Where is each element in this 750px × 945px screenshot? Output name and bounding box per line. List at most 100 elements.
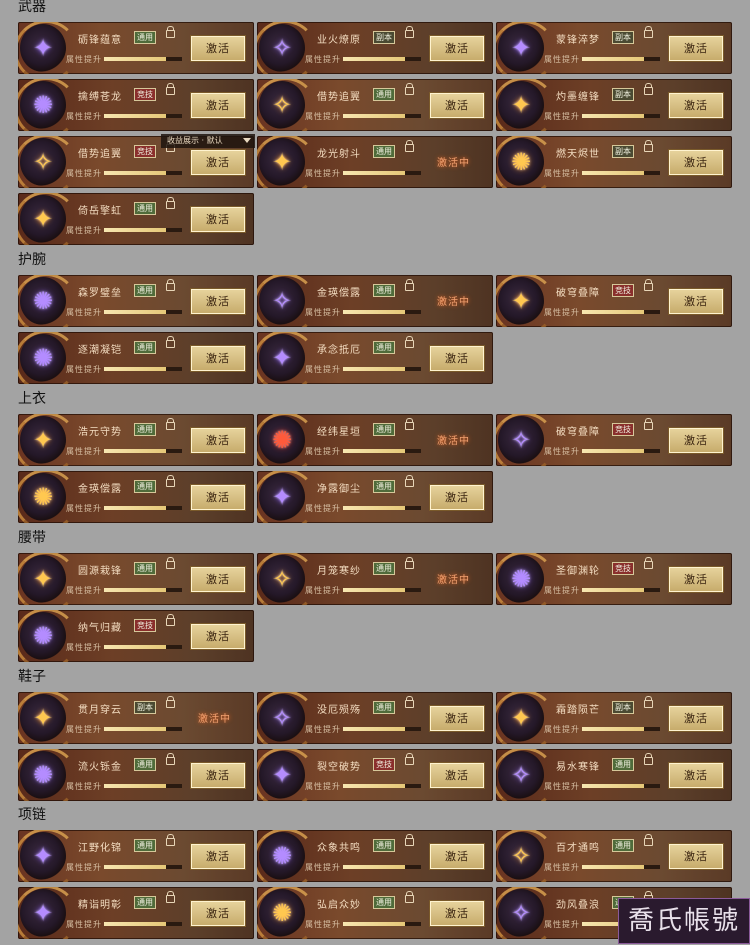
skill-card[interactable]: ✺ 森罗璧垒 通用 属性提升 激活 (18, 275, 254, 327)
activate-button[interactable]: 激活 (669, 289, 723, 314)
activate-button[interactable]: 激活 (430, 706, 484, 731)
activate-button[interactable]: 激活 (191, 93, 245, 118)
skill-card[interactable]: ✦ 承念抵厄 通用 属性提升 激活 (257, 332, 493, 384)
activate-button[interactable]: 激活 (191, 207, 245, 232)
skill-name: 金瑛偿露 (78, 484, 122, 495)
skill-glyph-icon: ✺ (510, 565, 532, 593)
attr-label: 属性提升 (66, 365, 102, 374)
skill-emblem-icon: ✺ (257, 887, 317, 939)
attr-progress-bar (104, 645, 182, 649)
skill-name: 经纬星垣 (317, 427, 361, 438)
skill-glyph-icon: ✧ (271, 91, 293, 119)
activate-button[interactable]: 激活 (191, 428, 245, 453)
activate-button[interactable]: 激活 (669, 36, 723, 61)
skill-card[interactable]: ✧ 易水寒锋 通用 属性提升 激活 (496, 749, 732, 801)
skill-card[interactable]: ✦ 净露御尘 通用 属性提升 激活 (257, 471, 493, 523)
skill-card[interactable]: ✦ 砺锋蕴意 通用 属性提升 激活 (18, 22, 254, 74)
lock-icon (166, 891, 175, 903)
skill-card[interactable]: ✺ 金瑛偿露 通用 属性提升 激活 (18, 471, 254, 523)
activate-button[interactable]: 激活 (191, 289, 245, 314)
skill-card[interactable]: ✧ 月笼寒纱 通用 属性提升 激活中 (257, 553, 493, 605)
skill-card[interactable]: ✦ 贯月穿云 副本 属性提升 激活中 (18, 692, 254, 744)
skill-emblem-icon: ✧ (496, 887, 556, 939)
skill-card[interactable]: ✦ 蒙锋淬梦 副本 属性提升 激活 (496, 22, 732, 74)
activate-button[interactable]: 激活 (430, 901, 484, 926)
activating-status: 激活中 (437, 436, 470, 447)
attr-progress-bar (104, 784, 182, 788)
skill-glyph-icon: ✦ (510, 704, 532, 732)
skill-card[interactable]: ✧ 破穹叠障 竞技 属性提升 激活 (496, 414, 732, 466)
lock-icon (644, 140, 653, 152)
attr-progress-bar (343, 310, 421, 314)
skill-tag-badge: 通用 (373, 423, 395, 436)
section-title: 上衣 (18, 391, 46, 407)
skill-card[interactable]: ✺ 圣御渊轮 竞技 属性提升 激活 (496, 553, 732, 605)
activate-button[interactable]: 激活 (191, 901, 245, 926)
skill-card[interactable]: ✧ 借势追翼 通用 属性提升 激活 (257, 79, 493, 131)
skill-card[interactable]: ✧ 没厄殒殇 通用 属性提升 激活 (257, 692, 493, 744)
activate-button[interactable]: 激活 (430, 36, 484, 61)
skill-name: 弘启众妙 (317, 900, 361, 911)
section-title: 项链 (18, 807, 46, 823)
skill-glyph-icon: ✺ (32, 622, 54, 650)
activate-button[interactable]: 激活 (191, 485, 245, 510)
skill-emblem-icon: ✺ (257, 414, 317, 466)
skill-name: 江野化锦 (78, 843, 122, 854)
activate-button[interactable]: 激活 (191, 150, 245, 175)
activate-button[interactable]: 激活 (669, 844, 723, 869)
skill-card[interactable]: ✺ 纳气归藏 竞技 属性提升 激活 (18, 610, 254, 662)
skill-card[interactable]: ✦ 龙光射斗 通用 属性提升 激活中 (257, 136, 493, 188)
skill-card[interactable]: ✺ 擒缚苍龙 竞技 属性提升 激活 (18, 79, 254, 131)
activate-button[interactable]: 激活 (191, 346, 245, 371)
section-title: 腰带 (18, 530, 46, 546)
activate-button[interactable]: 激活 (669, 763, 723, 788)
skill-glyph-icon: ✺ (32, 761, 54, 789)
attr-label: 属性提升 (544, 169, 580, 178)
activate-button[interactable]: 激活 (430, 346, 484, 371)
attr-label: 属性提升 (305, 112, 341, 121)
attr-progress-fill (343, 588, 406, 592)
display-mode-dropdown[interactable]: 收益展示 · 默认 (161, 134, 255, 148)
skill-card[interactable]: ✦ 灼墨缠锋 副本 属性提升 激活 (496, 79, 732, 131)
activate-button[interactable]: 激活 (430, 93, 484, 118)
skill-card[interactable]: ✺ 逐潮凝铠 通用 属性提升 激活 (18, 332, 254, 384)
activate-button[interactable]: 激活 (430, 485, 484, 510)
activate-button[interactable]: 激活 (669, 706, 723, 731)
skill-card[interactable]: ✦ 浩元守势 通用 属性提升 激活 (18, 414, 254, 466)
skill-card[interactable]: ✦ 破穹叠障 竞技 属性提升 激活 (496, 275, 732, 327)
skill-card[interactable]: ✦ 圆源栽锋 通用 属性提升 激活 (18, 553, 254, 605)
activate-button[interactable]: 激活 (430, 763, 484, 788)
activate-button[interactable]: 激活 (191, 567, 245, 592)
skill-card[interactable]: ✦ 精诣明彰 通用 属性提升 激活 (18, 887, 254, 939)
skill-tag-badge: 通用 (612, 839, 634, 852)
skill-card[interactable]: ✺ 燃天烬世 副本 属性提升 激活 (496, 136, 732, 188)
skill-card[interactable]: ✧ 百才通鸣 通用 属性提升 激活 (496, 830, 732, 882)
skill-card[interactable]: ✦ 霜踏陨芒 副本 属性提升 激活 (496, 692, 732, 744)
activate-button[interactable]: 激活 (430, 844, 484, 869)
skill-emblem-icon: ✧ (496, 830, 556, 882)
activate-button[interactable]: 激活 (669, 150, 723, 175)
skill-emblem-icon: ✦ (18, 830, 78, 882)
attr-progress-fill (343, 114, 406, 118)
skill-card[interactable]: ✺ 经纬星垣 通用 属性提升 激活中 (257, 414, 493, 466)
lock-icon (166, 26, 175, 38)
activate-button[interactable]: 激活 (191, 844, 245, 869)
attr-progress-fill (582, 57, 645, 61)
skill-card[interactable]: ✦ 江野化锦 通用 属性提升 激活 (18, 830, 254, 882)
activate-button[interactable]: 激活 (191, 763, 245, 788)
activate-button[interactable]: 激活 (669, 428, 723, 453)
skill-card[interactable]: ✺ 众象共鸣 通用 属性提升 激活 (257, 830, 493, 882)
skill-card[interactable]: ✧ 业火燎原 副本 属性提升 激活 (257, 22, 493, 74)
activate-button[interactable]: 激活 (669, 567, 723, 592)
skill-card[interactable]: ✺ 流火铄金 通用 属性提升 激活 (18, 749, 254, 801)
activate-button[interactable]: 激活 (191, 624, 245, 649)
skill-card[interactable]: ✦ 倚岳擎虹 通用 属性提升 激活 (18, 193, 254, 245)
activate-button[interactable]: 激活 (669, 93, 723, 118)
lock-icon (405, 83, 414, 95)
attr-label: 属性提升 (544, 586, 580, 595)
activate-button[interactable]: 激活 (191, 36, 245, 61)
skill-card[interactable]: ✧ 金瑛偿露 通用 属性提升 激活中 (257, 275, 493, 327)
skill-card[interactable]: ✦ 裂空破势 竞技 属性提升 激活 (257, 749, 493, 801)
skill-card[interactable]: ✺ 弘启众妙 通用 属性提升 激活 (257, 887, 493, 939)
skill-tag-badge: 通用 (373, 341, 395, 354)
